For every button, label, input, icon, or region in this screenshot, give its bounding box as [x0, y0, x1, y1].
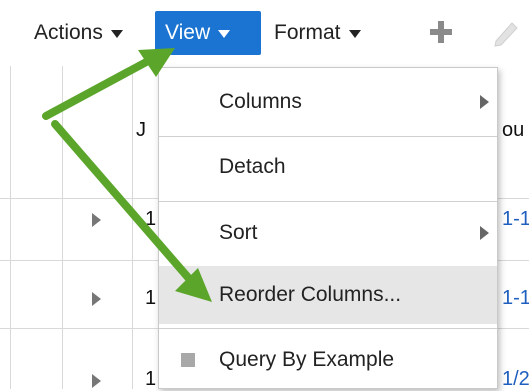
- menu-item-reorder-columns[interactable]: Reorder Columns...: [159, 266, 497, 324]
- column-header-partial[interactable]: J: [136, 119, 146, 142]
- table-cell: 1: [145, 208, 157, 230]
- menu-item-sort[interactable]: Sort: [159, 203, 497, 263]
- view-menu-label: View: [165, 21, 211, 44]
- chevron-down-icon: [218, 30, 231, 38]
- table-cell-link[interactable]: 1/2: [502, 368, 529, 391]
- chevron-down-icon: [348, 30, 361, 38]
- submenu-arrow-icon: [480, 226, 489, 240]
- menu-item-label: Columns: [219, 90, 302, 113]
- view-menu-button[interactable]: View: [155, 11, 261, 55]
- table-cell: 1: [145, 368, 157, 390]
- pencil-icon[interactable]: [490, 17, 522, 47]
- actions-menu-button[interactable]: Actions: [26, 11, 131, 55]
- format-menu-button[interactable]: Format: [266, 11, 369, 55]
- format-menu-label: Format: [274, 21, 341, 44]
- column-divider: [132, 66, 133, 389]
- menu-item-label: Query By Example: [219, 348, 395, 371]
- view-dropdown-menu: Columns Detach Sort Reorder Columns... Q…: [158, 67, 498, 389]
- expand-row-icon[interactable]: [92, 374, 101, 388]
- menu-separator: [159, 328, 497, 329]
- column-divider: [62, 66, 63, 389]
- expand-row-icon[interactable]: [92, 292, 101, 306]
- menu-item-label: Sort: [219, 221, 258, 244]
- menu-item-label: Detach: [219, 155, 286, 178]
- column-divider: [10, 66, 11, 389]
- checkbox-icon[interactable]: [181, 353, 195, 367]
- menu-item-query-by-example[interactable]: Query By Example: [159, 330, 497, 388]
- menu-item-columns[interactable]: Columns: [159, 72, 497, 132]
- actions-menu-label: Actions: [34, 21, 103, 44]
- menu-item-detach[interactable]: Detach: [159, 137, 497, 197]
- table-cell-link[interactable]: 1-1: [502, 208, 529, 231]
- expand-row-icon[interactable]: [92, 213, 101, 227]
- column-header-partial[interactable]: ou: [502, 119, 524, 142]
- menu-separator: [159, 201, 497, 202]
- plus-icon[interactable]: [428, 19, 454, 45]
- toolbar: Actions View Format: [0, 0, 529, 64]
- table-cell-link[interactable]: 1-1: [502, 287, 529, 310]
- submenu-arrow-icon: [480, 95, 489, 109]
- menu-item-label: Reorder Columns...: [219, 283, 402, 306]
- table-cell: 1: [145, 287, 157, 309]
- chevron-down-icon: [110, 30, 123, 38]
